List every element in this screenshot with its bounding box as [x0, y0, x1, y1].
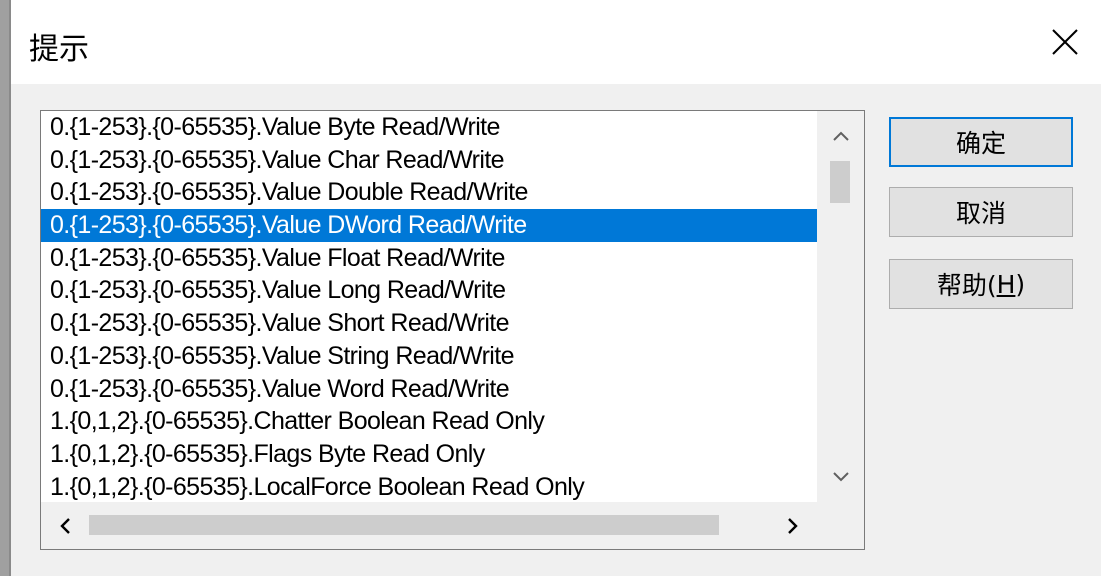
scroll-right-button[interactable] [769, 502, 817, 549]
list-item[interactable]: 0.{1-253}.{0-65535}.Value DWord Read/Wri… [41, 209, 817, 242]
list-item[interactable]: 0.{1-253}.{0-65535}.Value Float Read/Wri… [41, 242, 817, 275]
list-item[interactable]: 0.{1-253}.{0-65535}.Value Short Read/Wri… [41, 307, 817, 340]
dialog-window: 提示 0.{1-253}.{0-65535}.Value Byte Read/W… [9, 0, 1101, 576]
title-bar: 提示 [11, 0, 1101, 84]
horizontal-scroll-thumb[interactable] [89, 515, 719, 535]
list-item[interactable]: 0.{1-253}.{0-65535}.Value Word Read/Writ… [41, 373, 817, 406]
chevron-left-icon [60, 517, 70, 534]
vertical-scroll-thumb[interactable] [830, 161, 850, 203]
scroll-up-button[interactable] [817, 111, 864, 161]
chevron-down-icon [832, 472, 849, 482]
scroll-left-button[interactable] [41, 502, 89, 549]
dialog-title: 提示 [29, 32, 89, 67]
list-item[interactable]: 1.{0,1,2}.{0-65535}.LocalForce Boolean R… [41, 471, 817, 502]
close-button[interactable] [1037, 14, 1093, 70]
ok-button[interactable]: 确定 [889, 117, 1073, 167]
chevron-right-icon [788, 517, 798, 534]
list-item[interactable]: 0.{1-253}.{0-65535}.Value Long Read/Writ… [41, 274, 817, 307]
close-icon [1052, 29, 1078, 55]
help-button-label: 帮助( [936, 271, 997, 300]
chevron-up-icon [832, 131, 849, 141]
help-button-mnemonic: H [996, 269, 1016, 299]
list-items: 0.{1-253}.{0-65535}.Value Byte Read/Writ… [41, 111, 817, 502]
help-button[interactable]: 帮助(H) [889, 259, 1073, 309]
scroll-down-button[interactable] [817, 452, 864, 502]
item-listbox[interactable]: 0.{1-253}.{0-65535}.Value Byte Read/Writ… [40, 110, 865, 550]
list-item[interactable]: 0.{1-253}.{0-65535}.Value Double Read/Wr… [41, 176, 817, 209]
scrollbar-corner [817, 502, 864, 549]
list-item[interactable]: 0.{1-253}.{0-65535}.Value Byte Read/Writ… [41, 111, 817, 144]
list-item[interactable]: 0.{1-253}.{0-65535}.Value Char Read/Writ… [41, 144, 817, 177]
vertical-scrollbar[interactable] [817, 111, 864, 502]
horizontal-scrollbar[interactable] [41, 502, 817, 549]
cancel-button[interactable]: 取消 [889, 187, 1073, 237]
help-button-label-close: ) [1015, 269, 1026, 299]
list-item[interactable]: 1.{0,1,2}.{0-65535}.Chatter Boolean Read… [41, 405, 817, 438]
list-item[interactable]: 0.{1-253}.{0-65535}.Value String Read/Wr… [41, 340, 817, 373]
list-item[interactable]: 1.{0,1,2}.{0-65535}.Flags Byte Read Only [41, 438, 817, 471]
